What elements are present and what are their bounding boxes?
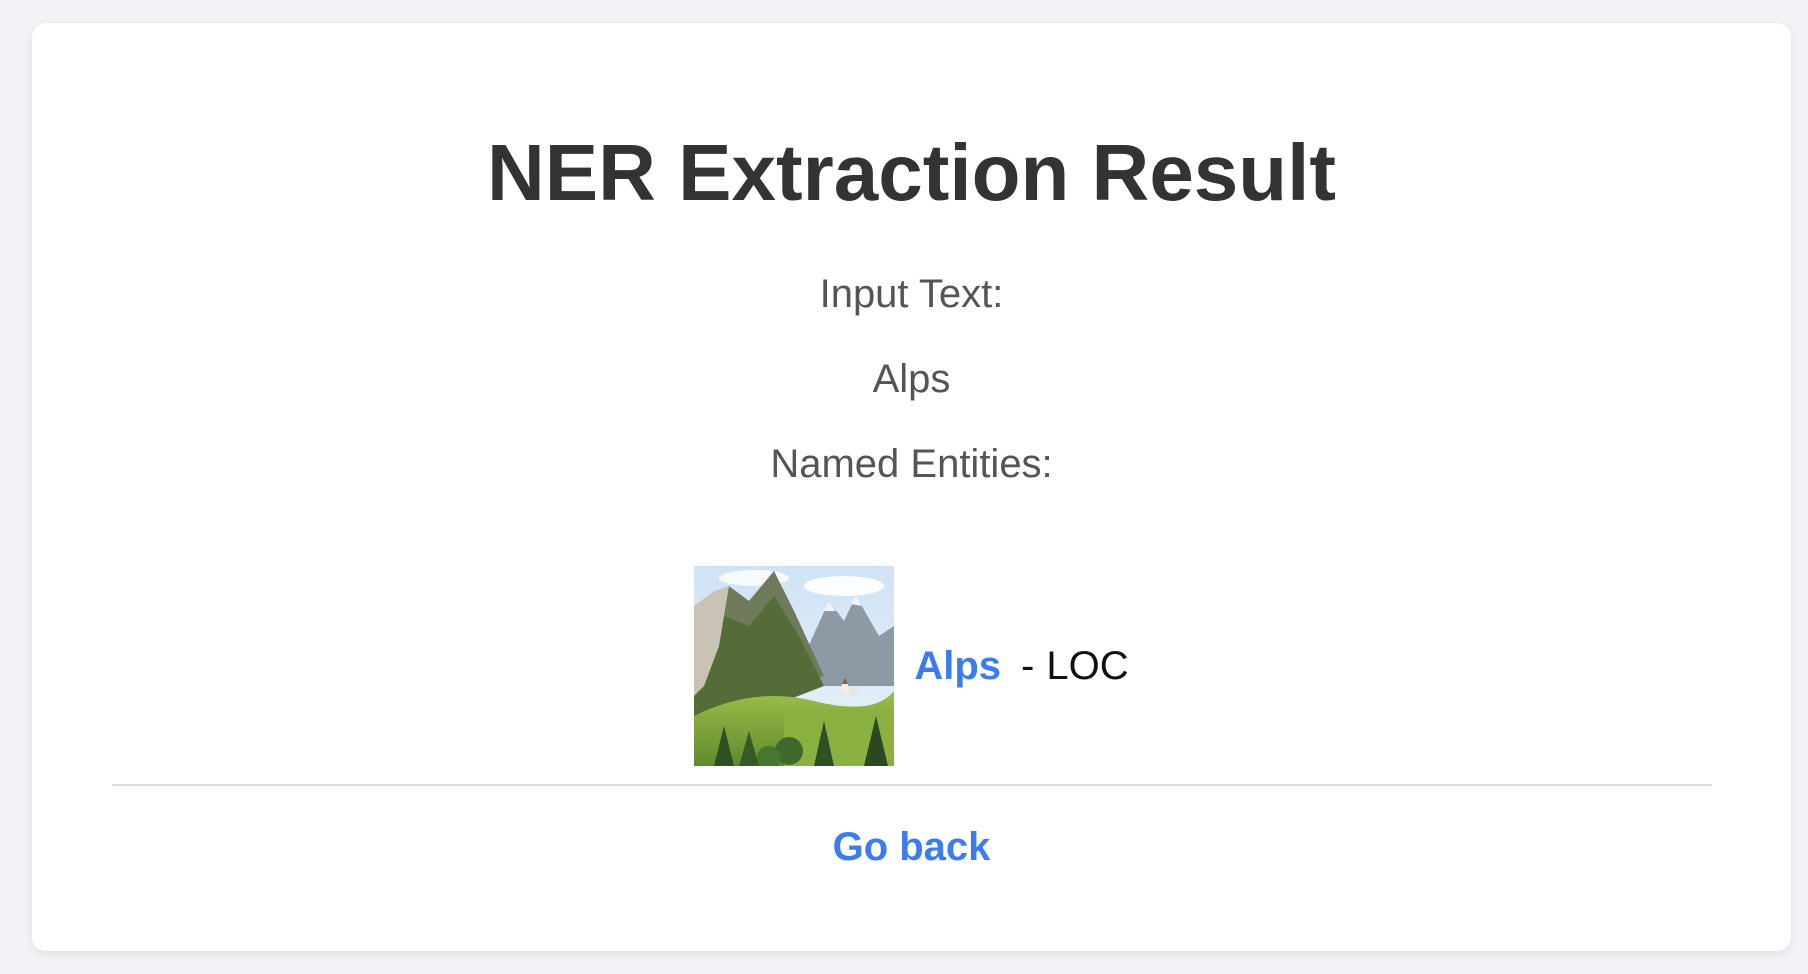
entity-separator: - xyxy=(1021,643,1035,688)
go-back-container: Go back xyxy=(32,823,1791,871)
entity-thumbnail-image xyxy=(694,566,895,766)
input-text-value: Alps xyxy=(872,357,951,401)
entity-link[interactable]: Alps xyxy=(914,644,1001,689)
go-back-link[interactable]: Go back xyxy=(833,825,991,869)
entity-type-label: LOC xyxy=(1046,643,1129,688)
entity-item: Alps - LOC xyxy=(32,566,1791,766)
divider xyxy=(112,784,1712,786)
named-entities-label: Named Entities: xyxy=(770,442,1053,486)
page-title: NER Extraction Result xyxy=(486,128,1337,217)
result-card: NER Extraction Result Input Text: Alps N… xyxy=(32,23,1791,951)
input-text-label: Input Text: xyxy=(819,272,1004,316)
